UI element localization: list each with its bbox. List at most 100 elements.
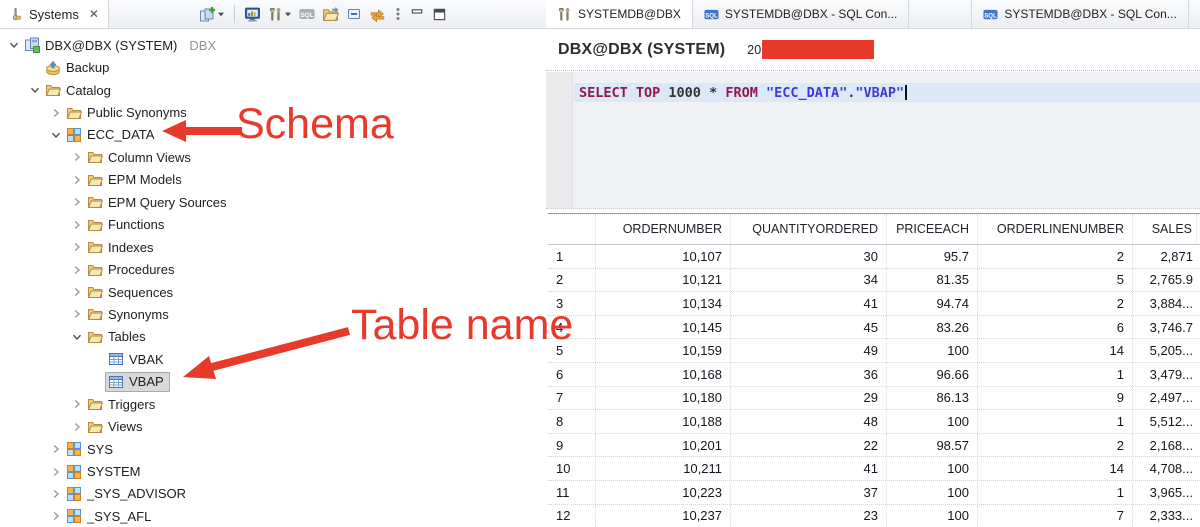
data-cell[interactable]: 1 (978, 363, 1133, 386)
chevron-collapsed-icon[interactable] (48, 105, 63, 120)
data-cell[interactable]: 45 (731, 316, 887, 339)
data-cell[interactable]: 10,168 (596, 363, 731, 386)
table-row[interactable]: 510,15949100145,205... (548, 339, 1200, 363)
data-cell[interactable]: 30 (731, 245, 887, 268)
chevron-collapsed-icon[interactable] (69, 262, 84, 277)
chevron-expanded-icon[interactable] (48, 127, 63, 142)
data-cell[interactable]: 4,708... (1133, 457, 1197, 480)
row-number-cell[interactable]: 9 (548, 434, 596, 457)
data-cell[interactable]: 3,965... (1133, 481, 1197, 504)
data-cell[interactable]: 5,205... (1133, 339, 1197, 362)
tree-item-epm-query-sources[interactable]: EPM Query Sources (0, 191, 536, 213)
data-cell[interactable]: 3,746.7 (1133, 316, 1197, 339)
data-cell[interactable]: 10,201 (596, 434, 731, 457)
data-cell[interactable]: 10,211 (596, 457, 731, 480)
data-cell[interactable]: 7 (978, 505, 1133, 527)
tree-item-dbx-dbx-system[interactable]: DBX@DBX (SYSTEM)DBX (0, 34, 536, 56)
data-cell[interactable]: 81.35 (887, 269, 978, 292)
column-header-orderlinenumber[interactable]: ORDERLINENUMBER (978, 214, 1133, 244)
table-row[interactable]: 1110,2233710013,965... (548, 481, 1200, 505)
data-cell[interactable]: 94.74 (887, 292, 978, 315)
column-header-ordernumber[interactable]: ORDERNUMBER (596, 214, 731, 244)
editor-tab-2[interactable]: SQLSYSTEMDB@DBX - SQL Con... (693, 0, 909, 28)
tree-item-column-views[interactable]: Column Views (0, 146, 536, 168)
chevron-collapsed-icon[interactable] (69, 240, 84, 255)
tree-item-indexes[interactable]: Indexes (0, 236, 536, 258)
data-cell[interactable]: 10,134 (596, 292, 731, 315)
chevron-collapsed-icon[interactable] (69, 150, 84, 165)
data-cell[interactable]: 100 (887, 339, 978, 362)
chevron-collapsed-icon[interactable] (69, 195, 84, 210)
data-cell[interactable]: 96.66 (887, 363, 978, 386)
row-number-cell[interactable]: 7 (548, 387, 596, 410)
data-cell[interactable]: 2,497... (1133, 387, 1197, 410)
data-cell[interactable]: 100 (887, 457, 978, 480)
collapse-all-button[interactable] (344, 2, 364, 26)
chevron-collapsed-icon[interactable] (48, 442, 63, 457)
table-row[interactable]: 210,1213481.3552,765.9 (548, 269, 1200, 293)
tab-systems[interactable]: Systems ✕ (0, 0, 109, 28)
data-cell[interactable]: 14 (978, 457, 1133, 480)
maximize-button[interactable] (430, 2, 449, 26)
sql-console-button[interactable]: SQL (297, 2, 317, 26)
data-cell[interactable]: 10,188 (596, 410, 731, 433)
data-cell[interactable]: 10,180 (596, 387, 731, 410)
data-cell[interactable]: 34 (731, 269, 887, 292)
data-cell[interactable]: 2 (978, 292, 1133, 315)
row-number-cell[interactable]: 6 (548, 363, 596, 386)
data-cell[interactable]: 22 (731, 434, 887, 457)
table-row[interactable]: 1010,21141100144,708... (548, 457, 1200, 481)
data-cell[interactable]: 9 (978, 387, 1133, 410)
column-header-sales[interactable]: SALES (1133, 214, 1197, 244)
column-header-quantityordered[interactable]: QUANTITYORDERED (731, 214, 887, 244)
chevron-expanded-icon[interactable] (69, 329, 84, 344)
sql-statement-line[interactable]: SELECT TOP 1000 * FROM "ECC_DATA"."VBAP" (574, 83, 1200, 102)
data-cell[interactable]: 100 (887, 481, 978, 504)
tree-item-sys-afl[interactable]: _SYS_AFL (0, 505, 536, 527)
data-cell[interactable]: 41 (731, 292, 887, 315)
tree-item-functions[interactable]: Functions (0, 214, 536, 236)
open-file-button[interactable] (320, 2, 341, 26)
table-row[interactable]: 1210,2372310072,333... (548, 505, 1200, 527)
data-cell[interactable]: 10,121 (596, 269, 731, 292)
data-cell[interactable]: 10,107 (596, 245, 731, 268)
tree-item-sequences[interactable]: Sequences (0, 281, 536, 303)
data-cell[interactable]: 2,871 (1133, 245, 1197, 268)
data-cell[interactable]: 3,884... (1133, 292, 1197, 315)
data-cell[interactable]: 2 (978, 245, 1133, 268)
data-cell[interactable]: 23 (731, 505, 887, 527)
tree-item-backup[interactable]: Backup (0, 56, 536, 78)
chevron-expanded-icon[interactable] (6, 38, 21, 53)
chevron-collapsed-icon[interactable] (48, 464, 63, 479)
view-menu-button[interactable] (391, 2, 405, 26)
data-cell[interactable]: 36 (731, 363, 887, 386)
table-row[interactable]: 410,1454583.2663,746.7 (548, 316, 1200, 340)
data-cell[interactable]: 2 (978, 434, 1133, 457)
data-cell[interactable]: 14 (978, 339, 1133, 362)
data-cell[interactable]: 95.7 (887, 245, 978, 268)
table-row[interactable]: 610,1683696.6613,479... (548, 363, 1200, 387)
data-cell[interactable]: 5,512... (1133, 410, 1197, 433)
chevron-collapsed-icon[interactable] (69, 419, 84, 434)
configuration-button[interactable] (266, 2, 294, 26)
tree-item-system[interactable]: SYSTEM (0, 460, 536, 482)
data-cell[interactable]: 100 (887, 505, 978, 527)
data-cell[interactable]: 49 (731, 339, 887, 362)
data-cell[interactable]: 1 (978, 410, 1133, 433)
table-row[interactable]: 110,1073095.722,871 (548, 245, 1200, 269)
chevron-collapsed-icon[interactable] (48, 486, 63, 501)
row-number-cell[interactable]: 10 (548, 457, 596, 480)
tree-item-sys-advisor[interactable]: _SYS_ADVISOR (0, 483, 536, 505)
sql-editor[interactable]: SELECT TOP 1000 * FROM "ECC_DATA"."VBAP" (546, 72, 1200, 209)
tree-item-procedures[interactable]: Procedures (0, 258, 536, 280)
data-cell[interactable]: 98.57 (887, 434, 978, 457)
editor-tab-3[interactable]: SQLSYSTEMDB@DBX - SQL Con... (971, 0, 1188, 28)
chevron-expanded-icon[interactable] (27, 83, 42, 98)
row-number-header[interactable] (548, 214, 596, 244)
chevron-collapsed-icon[interactable] (69, 172, 84, 187)
data-cell[interactable]: 2,168... (1133, 434, 1197, 457)
data-cell[interactable]: 5 (978, 269, 1133, 292)
close-icon[interactable]: ✕ (89, 7, 99, 21)
data-cell[interactable]: 37 (731, 481, 887, 504)
data-cell[interactable]: 1 (978, 481, 1133, 504)
